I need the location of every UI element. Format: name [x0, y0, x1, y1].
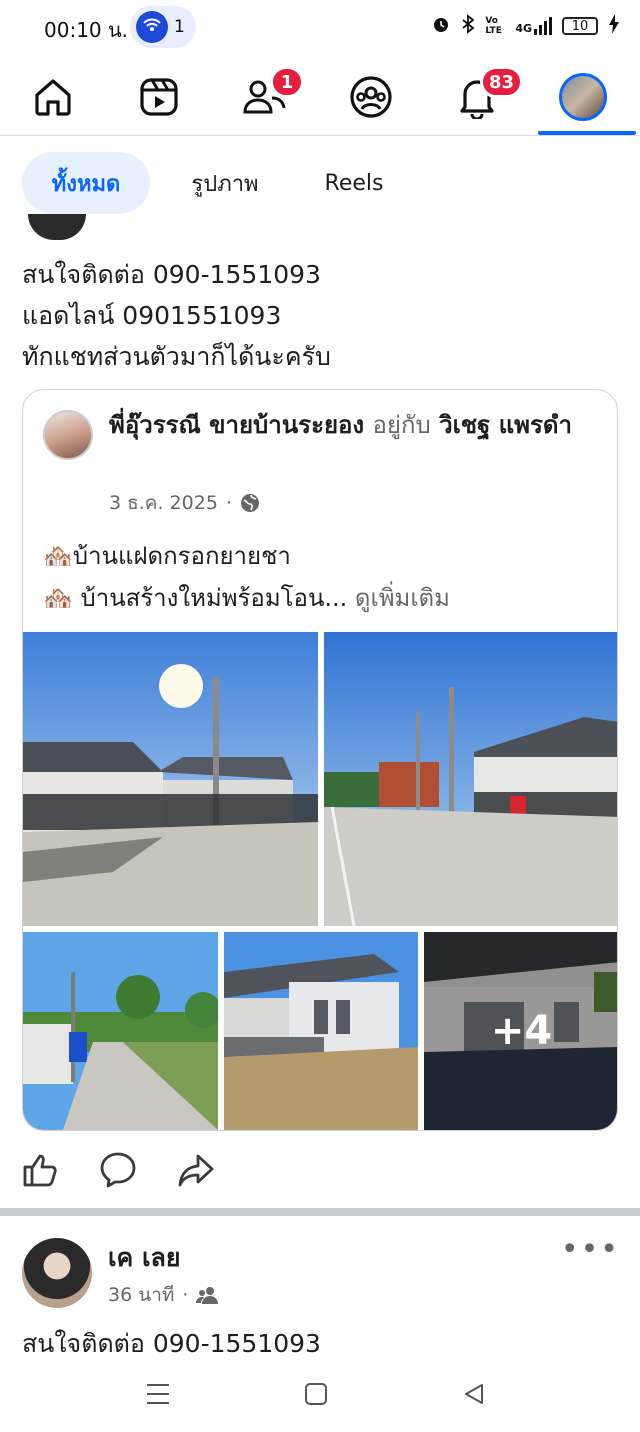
post-separator — [0, 1208, 640, 1216]
back-system-button[interactable] — [454, 1378, 494, 1410]
post-text-line: แอดไลน์ 0901551093 — [22, 301, 282, 330]
nav-divider — [0, 135, 640, 136]
hotspot-count: 1 — [174, 17, 185, 37]
filter-photos[interactable]: รูปภาพ — [168, 152, 282, 214]
nav-groups[interactable] — [318, 60, 424, 134]
reels-icon — [140, 78, 178, 116]
hotspot-indicator[interactable]: 1 — [130, 6, 196, 48]
status-time: 00:10 น. — [44, 18, 129, 42]
notifications-badge: 83 — [480, 66, 524, 98]
shared-post-card[interactable]: พี่อุ๊วรรณี ขายบ้านระยอง อยู่กับ วิเชฐ แ… — [22, 389, 618, 1131]
shared-body-text: 🏘️ บ้านสร้างใหม่พร้อมโอน... — [43, 584, 348, 612]
alarm-icon — [431, 14, 451, 38]
top-navigation: 1 83 — [0, 60, 640, 134]
recent-apps-button[interactable] — [138, 1378, 178, 1410]
more-options-button[interactable]: ••• — [561, 1235, 620, 1265]
comment-button[interactable] — [96, 1148, 140, 1192]
groups-icon — [350, 76, 392, 118]
shared-post-meta: 3 ธ.ค. 2025 · — [109, 488, 260, 518]
house-photo-4[interactable] — [224, 932, 418, 1130]
tagged-name[interactable]: วิเชฐ แพรดำ — [439, 411, 572, 439]
with-label: อยู่กับ — [372, 411, 431, 439]
shared-author-name[interactable]: พี่อุ๊วรรณี ขายบ้านระยอง — [109, 411, 364, 439]
friends-badge: 1 — [270, 66, 304, 98]
post2-time[interactable]: 36 นาที — [108, 1280, 174, 1310]
hotspot-icon — [136, 11, 168, 43]
see-more-link[interactable]: ดูเพิ่มเติม — [355, 584, 450, 612]
volte-icon: Vo LTE — [485, 16, 502, 36]
post-text-line: ทักแชทส่วนตัวมาก็ได้นะครับ — [22, 342, 331, 371]
filter-all[interactable]: ทั้งหมด — [22, 152, 150, 214]
network-icon: 4G — [515, 17, 552, 35]
share-button[interactable] — [174, 1148, 218, 1192]
nav-home[interactable] — [0, 60, 106, 134]
friends-audience-icon — [196, 1287, 219, 1304]
post2-author-avatar[interactable] — [22, 1238, 92, 1308]
home-icon — [35, 79, 71, 116]
square-icon — [305, 1383, 327, 1405]
post-avatar[interactable] — [28, 214, 86, 240]
shared-post-date[interactable]: 3 ธ.ค. 2025 — [109, 488, 218, 518]
nav-reels[interactable] — [106, 60, 212, 134]
post2-author-name[interactable]: เค เลย — [108, 1238, 181, 1278]
network-label: 4G — [515, 22, 532, 35]
more-photos-count[interactable]: +4 — [424, 932, 617, 1130]
profile-avatar — [559, 73, 607, 121]
comment-icon — [100, 1152, 136, 1188]
post2-meta: 36 นาที · — [108, 1280, 220, 1310]
back-triangle-icon — [465, 1384, 483, 1404]
shared-author-line: พี่อุ๊วรรณี ขายบ้านระยอง อยู่กับ วิเชฐ แ… — [109, 406, 599, 444]
shared-body-line2: 🏘️ บ้านสร้างใหม่พร้อมโอน... ดูเพิ่มเติม — [43, 578, 450, 617]
post2-text: สนใจติดต่อ 090-1551093 — [22, 1329, 321, 1358]
house-photo-3[interactable] — [23, 932, 218, 1130]
like-button[interactable] — [18, 1148, 62, 1192]
shared-author-avatar[interactable] — [43, 410, 93, 460]
nav-profile[interactable] — [530, 60, 636, 134]
post-text-line: สนใจติดต่อ 090-1551093 — [22, 260, 321, 289]
house-photo-2[interactable] — [324, 632, 617, 926]
menu-lines-icon — [147, 1384, 169, 1404]
battery-icon: 10 — [562, 17, 598, 35]
charging-icon — [608, 14, 620, 38]
bluetooth-icon — [461, 14, 475, 38]
shared-body-line: 🏘️บ้านแฝดกรอกยายชา — [43, 542, 291, 570]
globe-icon — [240, 494, 259, 512]
house-photo-5[interactable]: +4 — [424, 932, 617, 1130]
nav-notifications[interactable]: 83 — [424, 60, 530, 134]
house-photo-1[interactable] — [23, 632, 318, 926]
home-system-button[interactable] — [296, 1378, 336, 1410]
filter-reels[interactable]: Reels — [300, 152, 408, 214]
nav-friends[interactable]: 1 — [212, 60, 318, 134]
status-icons: Vo LTE 4G 10 — [431, 14, 620, 38]
share-icon — [178, 1154, 214, 1187]
thumbs-up-icon — [23, 1154, 57, 1187]
battery-level: 10 — [571, 18, 589, 34]
